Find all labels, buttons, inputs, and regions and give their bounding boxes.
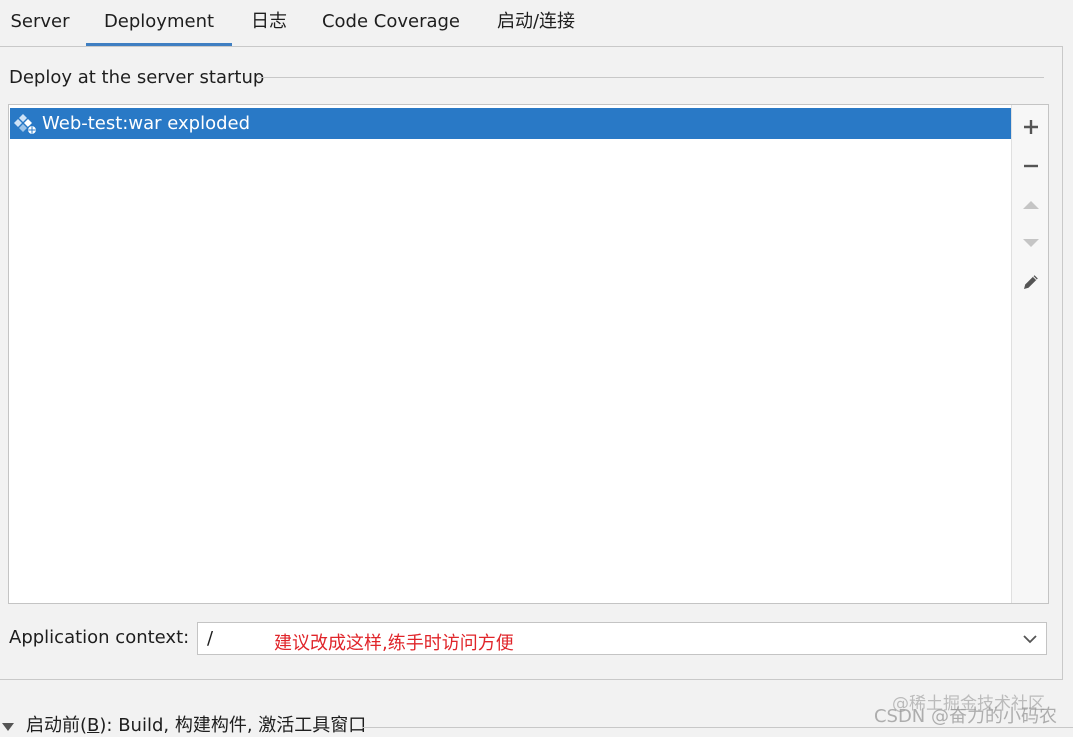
move-up-button[interactable]	[1018, 192, 1044, 218]
deploy-section-title: Deploy at the server startup	[9, 67, 265, 88]
remove-icon	[1024, 164, 1038, 168]
edit-icon	[1024, 275, 1038, 289]
chevron-down-icon[interactable]	[1022, 632, 1038, 646]
artifact-icon	[14, 114, 38, 135]
app-context-combobox[interactable]: / 建议改成这样,练手时访问方便	[197, 622, 1047, 655]
annotation-text: 建议改成这样,练手时访问方便	[274, 633, 514, 654]
artifact-label: Web-test:war exploded	[42, 113, 251, 134]
section-divider	[258, 77, 1044, 78]
add-icon	[1024, 120, 1038, 134]
list-item-artifact[interactable]: Web-test:war exploded	[10, 108, 1011, 139]
app-context-label: Application context:	[9, 627, 190, 648]
watermark-csdn: CSDN @奋力的小码农	[873, 706, 1057, 727]
tab-server[interactable]: Server	[0, 0, 80, 46]
move-down-button[interactable]	[1018, 230, 1044, 256]
move-up-icon	[1023, 201, 1039, 209]
deployment-list[interactable]: Web-test:war exploded	[8, 104, 1049, 604]
collapse-arrow-icon[interactable]	[2, 722, 14, 732]
app-context-value[interactable]: /	[207, 627, 213, 651]
move-down-icon	[1023, 239, 1039, 247]
tab-startup-connection[interactable]: 启动/连接	[484, 0, 588, 46]
add-button[interactable]	[1018, 114, 1044, 140]
edit-button[interactable]	[1018, 269, 1044, 295]
tab-code-coverage[interactable]: Code Coverage	[312, 0, 470, 46]
run-configuration-panel: Server Deployment 日志 Code Coverage 启动/连接…	[0, 0, 1073, 737]
tab-deployment[interactable]: Deployment	[86, 0, 232, 46]
before-launch-label: 启动前(B): Build, 构建构件, 激活工具窗口	[26, 715, 367, 736]
list-toolbar	[1011, 105, 1048, 603]
tab-bar: Server Deployment 日志 Code Coverage 启动/连接	[0, 0, 1073, 46]
tab-logs[interactable]: 日志	[240, 0, 298, 46]
remove-button[interactable]	[1018, 153, 1044, 179]
